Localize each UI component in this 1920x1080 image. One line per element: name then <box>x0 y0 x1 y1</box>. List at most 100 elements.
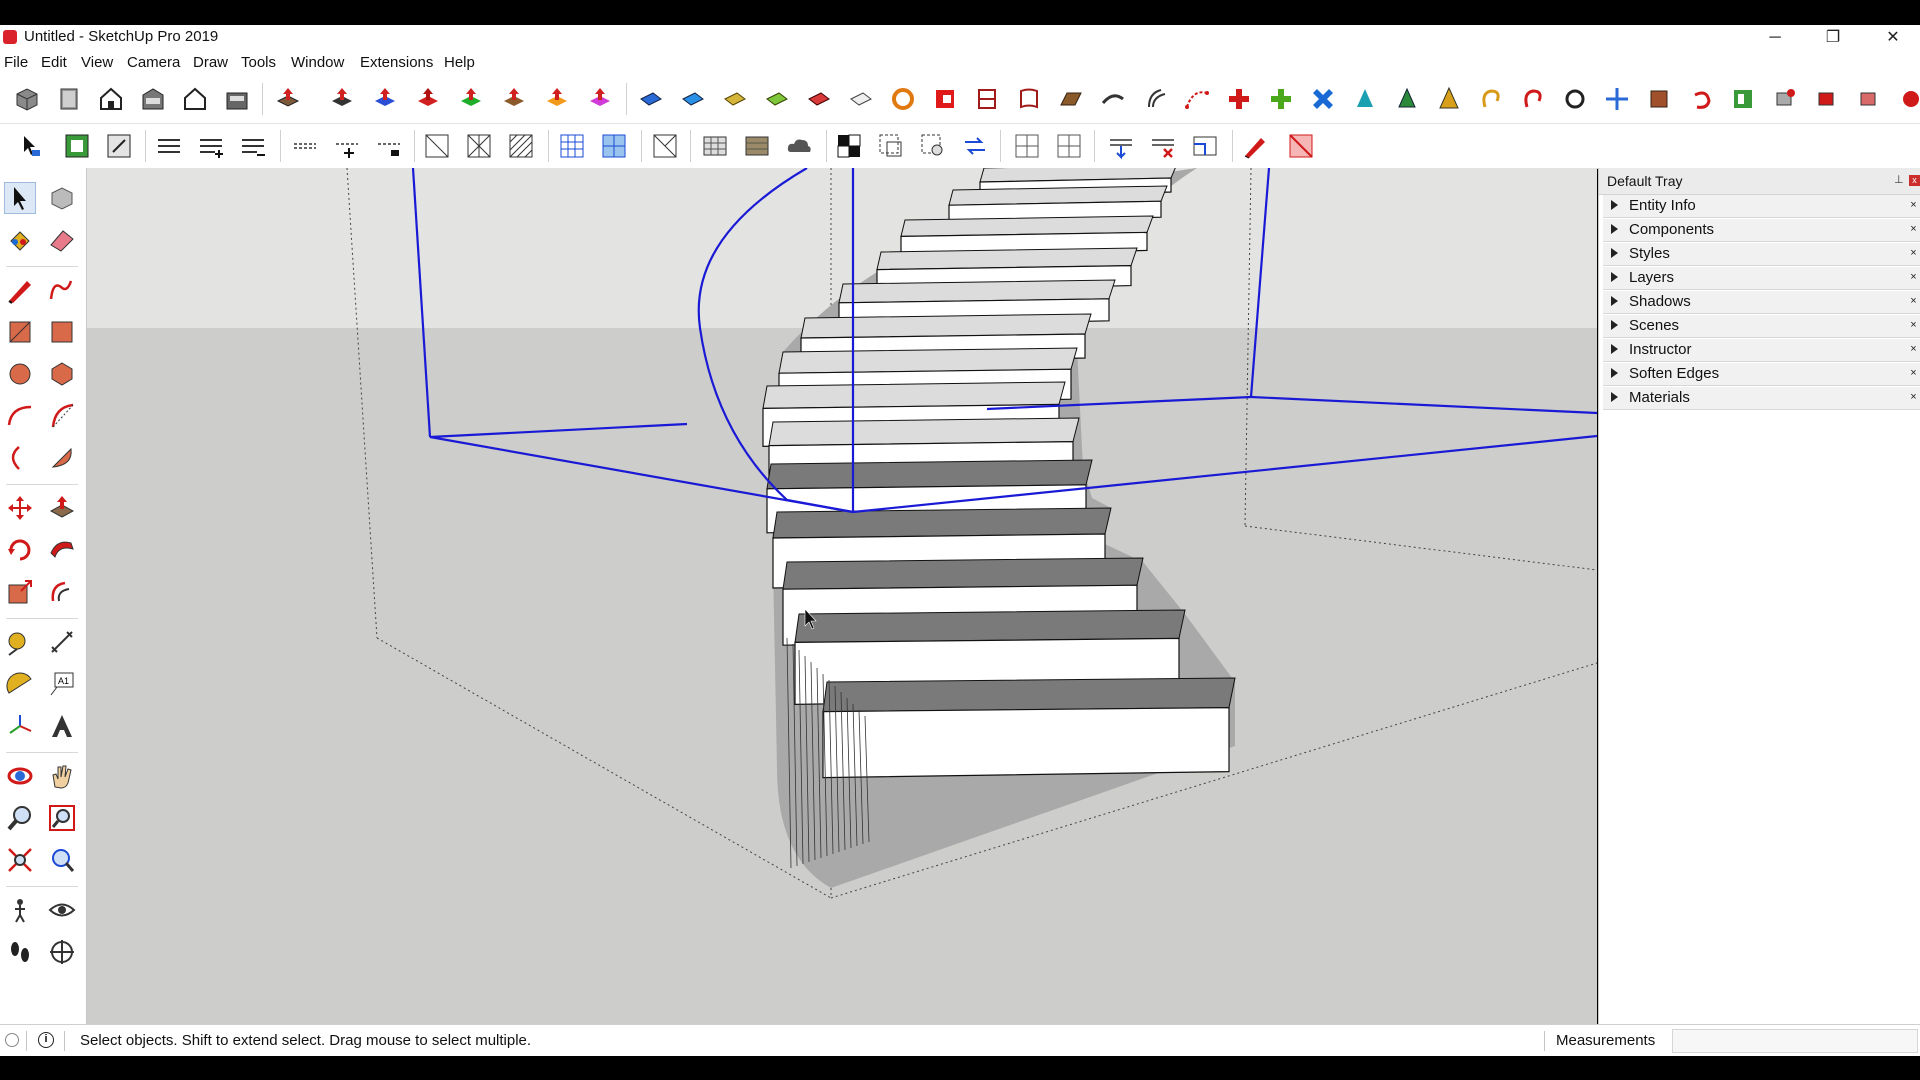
face-green-icon[interactable] <box>762 84 792 114</box>
zoom-window-icon[interactable] <box>46 802 78 834</box>
align-lines-icon[interactable] <box>154 131 184 161</box>
split-v-icon[interactable] <box>1054 131 1084 161</box>
guide-line-icon[interactable] <box>290 131 320 161</box>
panel-close-icon[interactable]: × <box>1908 344 1919 355</box>
panel-styles[interactable]: Styles × <box>1603 243 1920 266</box>
panel-close-icon[interactable]: × <box>1908 368 1919 379</box>
prism-icon[interactable] <box>1434 84 1464 114</box>
menu-help[interactable]: Help <box>444 54 475 71</box>
look-around-eye-icon[interactable] <box>46 894 78 926</box>
modeling-viewport[interactable] <box>87 168 1597 1024</box>
menu-draw[interactable]: Draw <box>193 54 228 71</box>
box-brown-icon[interactable] <box>1644 84 1674 114</box>
rotated-rectangle-icon[interactable] <box>46 316 78 348</box>
left-view-icon[interactable] <box>222 84 252 114</box>
front-view-icon[interactable] <box>96 84 126 114</box>
geolocation-icon[interactable] <box>5 1033 19 1047</box>
menu-camera[interactable]: Camera <box>127 54 180 71</box>
split-h-icon[interactable] <box>1012 131 1042 161</box>
push-pull-red2-icon[interactable] <box>413 84 443 114</box>
text-icon[interactable]: A1 <box>46 668 78 700</box>
axes-icon[interactable] <box>4 710 36 742</box>
info-icon[interactable]: i <box>38 1032 54 1048</box>
panel-components[interactable]: Components × <box>1603 219 1920 242</box>
push-pull-icon[interactable] <box>46 492 78 524</box>
polygon-icon[interactable] <box>46 358 78 390</box>
tray-close-icon[interactable]: x <box>1909 175 1920 186</box>
dimension-icon[interactable] <box>46 626 78 658</box>
panel-close-icon[interactable]: × <box>1908 200 1919 211</box>
align-remove-icon[interactable] <box>238 131 268 161</box>
tray-pin-icon[interactable]: ⊥ <box>1894 173 1904 186</box>
make-component-icon[interactable] <box>62 131 92 161</box>
cloud-icon[interactable] <box>784 131 814 161</box>
push-pull-green-icon[interactable] <box>456 84 486 114</box>
dashed-box-icon[interactable] <box>876 131 906 161</box>
3d-text-icon[interactable] <box>46 710 78 742</box>
rotate-knot-icon[interactable] <box>1560 84 1590 114</box>
bezier-icon[interactable] <box>1182 84 1212 114</box>
rotate-icon[interactable] <box>4 534 36 566</box>
offset-curve-icon[interactable] <box>1140 84 1170 114</box>
back-view-icon[interactable] <box>180 84 210 114</box>
push-pull-red-icon[interactable] <box>273 84 303 114</box>
delete-lines-icon[interactable] <box>1148 131 1178 161</box>
panel-close-icon[interactable]: × <box>1908 272 1919 283</box>
position-camera-icon[interactable] <box>4 894 36 926</box>
table-blue-icon[interactable] <box>557 131 587 161</box>
pan-hand-icon[interactable] <box>46 760 78 792</box>
menu-window[interactable]: Window <box>291 54 344 71</box>
select-arrow-icon[interactable] <box>15 131 45 161</box>
face-red-icon[interactable] <box>804 84 834 114</box>
slice-box-icon[interactable] <box>650 131 680 161</box>
measurements-input[interactable] <box>1672 1029 1918 1053</box>
panel-close-icon[interactable]: × <box>1908 224 1919 235</box>
rectangle-icon[interactable] <box>4 316 36 348</box>
pie-icon[interactable] <box>46 442 78 474</box>
paint-bucket-icon[interactable] <box>4 224 36 256</box>
move-arrows-icon[interactable] <box>1602 84 1632 114</box>
orbit-orange-icon[interactable] <box>888 84 918 114</box>
face-lightblue-icon[interactable] <box>678 84 708 114</box>
texture-b-icon[interactable] <box>742 131 772 161</box>
cross-blue-icon[interactable] <box>1308 84 1338 114</box>
cross-green-icon[interactable] <box>1266 84 1296 114</box>
zoom-icon[interactable] <box>4 802 36 834</box>
follow-me-icon[interactable] <box>46 534 78 566</box>
eraser-icon[interactable] <box>46 224 78 256</box>
cross-red-icon[interactable] <box>1224 84 1254 114</box>
diag-box-icon[interactable] <box>422 131 452 161</box>
iso-view-icon[interactable] <box>12 84 42 114</box>
panel-soften-edges[interactable]: Soften Edges × <box>1603 363 1920 386</box>
panel-close-icon[interactable]: × <box>1908 248 1919 259</box>
three-point-arc-icon[interactable] <box>4 442 36 474</box>
guide-add-icon[interactable] <box>332 131 362 161</box>
offset-icon[interactable] <box>46 576 78 608</box>
select-tool-icon[interactable] <box>4 182 36 214</box>
menu-edit[interactable]: Edit <box>41 54 67 71</box>
hand-box-icon[interactable] <box>918 131 948 161</box>
extension-a-icon[interactable] <box>1770 84 1800 114</box>
red-square-icon[interactable] <box>930 84 960 114</box>
checker-icon[interactable] <box>834 131 864 161</box>
panel-close-icon[interactable]: × <box>1908 320 1919 331</box>
minimize-button[interactable]: ─ <box>1752 25 1798 50</box>
roof-icon[interactable] <box>1056 84 1086 114</box>
edit-pencil-icon[interactable] <box>1240 131 1270 161</box>
extension-d-icon[interactable] <box>1896 84 1920 114</box>
undo-red-icon[interactable] <box>1686 84 1716 114</box>
panel-layers[interactable]: Layers × <box>1603 267 1920 290</box>
circle-icon[interactable] <box>4 358 36 390</box>
staircase-model-canvas[interactable] <box>87 168 1597 1024</box>
push-pull-magenta-icon[interactable] <box>585 84 615 114</box>
erase-region-icon[interactable] <box>1286 131 1316 161</box>
panel-close-icon[interactable]: × <box>1908 392 1919 403</box>
extension-c-icon[interactable] <box>1854 84 1884 114</box>
move-icon[interactable] <box>4 492 36 524</box>
table-fill-icon[interactable] <box>599 131 629 161</box>
texture-a-icon[interactable] <box>700 131 730 161</box>
hatch-box-icon[interactable] <box>506 131 536 161</box>
face-yellow-icon[interactable] <box>720 84 750 114</box>
previous-view-icon[interactable] <box>46 844 78 876</box>
guide-remove-icon[interactable] <box>374 131 404 161</box>
